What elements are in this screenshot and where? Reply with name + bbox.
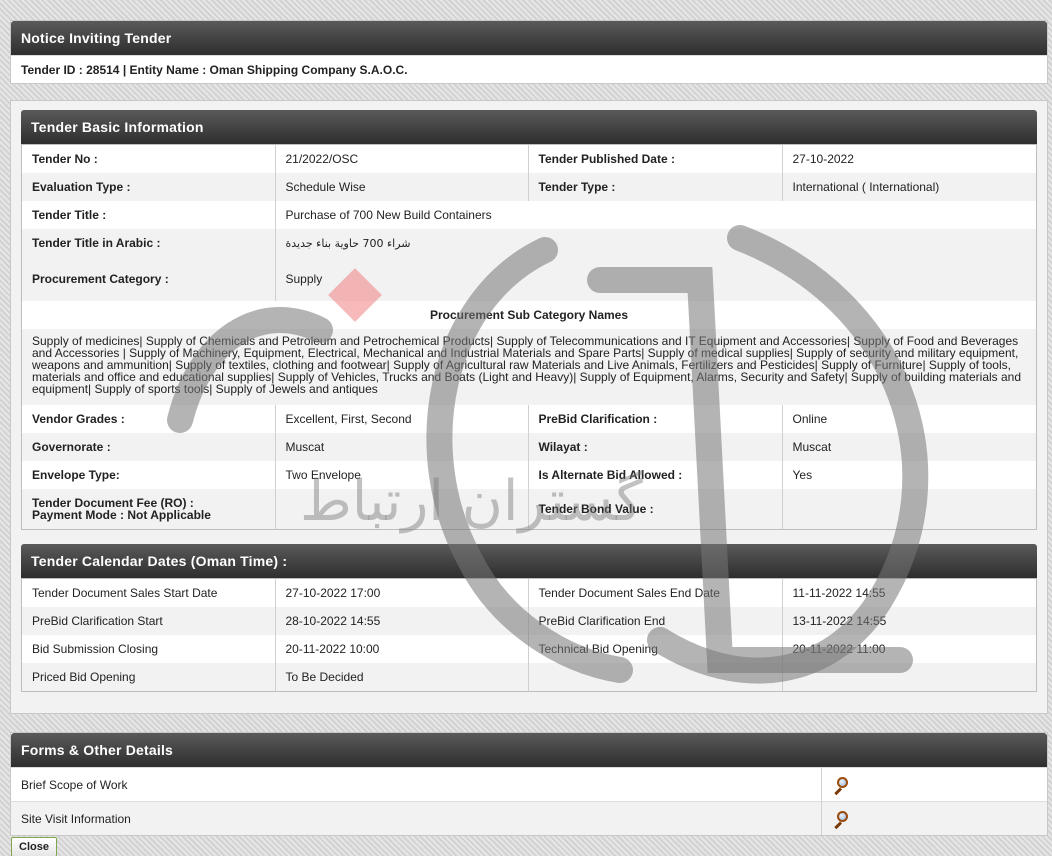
tender-title-value: Purchase of 700 New Build Containers xyxy=(274,201,1036,229)
notice-header: Notice Inviting Tender xyxy=(11,21,1047,55)
evaluation-type-value: Schedule Wise xyxy=(274,173,528,201)
alternate-bid-value: Yes xyxy=(781,461,1036,489)
fee-cell: Tender Document Fee (RO) : Payment Mode … xyxy=(22,489,275,529)
vendor-grades-label: Vendor Grades : xyxy=(32,412,125,426)
procurement-category-label: Procurement Category : xyxy=(22,257,275,301)
form-name-site-visit: Site Visit Information xyxy=(11,802,822,835)
subcategory-text: Supply of medicines| Supply of Chemicals… xyxy=(22,329,1036,405)
prebid-start-value: 28-10-2022 14:55 xyxy=(274,607,528,635)
prebid-clarification-label: PreBid Clarification : xyxy=(527,405,782,433)
prebid-start-label: PreBid Clarification Start xyxy=(22,607,275,635)
arabic-title-value: شراء 700 حاوية بناء جديدة xyxy=(274,229,1036,257)
wilayat-label: Wilayat : xyxy=(527,433,782,461)
technical-opening-label: Technical Bid Opening xyxy=(527,635,782,663)
tender-bond-value xyxy=(781,489,1036,529)
tender-no-label: Tender No : xyxy=(32,152,98,166)
tender-id-line: Tender ID : 28514 | Entity Name : Oman S… xyxy=(11,55,1047,83)
subcategory-title: Procurement Sub Category Names xyxy=(22,301,1036,329)
bid-closing-value: 20-11-2022 10:00 xyxy=(274,635,528,663)
close-button[interactable]: Close xyxy=(11,837,57,856)
published-date-label: Tender Published Date : xyxy=(527,145,782,173)
form-row-site-visit: Site Visit Information xyxy=(11,801,1047,835)
wilayat-value: Muscat xyxy=(781,433,1036,461)
forms-panel: Forms & Other Details Brief Scope of Wor… xyxy=(10,732,1048,836)
calendar-header: Tender Calendar Dates (Oman Time) : xyxy=(21,544,1037,578)
notice-panel: Notice Inviting Tender Tender ID : 28514… xyxy=(10,20,1048,84)
tender-bond-label: Tender Bond Value : xyxy=(527,489,782,529)
tender-no-value: 21/2022/OSC xyxy=(274,145,528,173)
arabic-title-label: Tender Title in Arabic : xyxy=(22,229,275,257)
document-fee-value xyxy=(274,489,528,529)
governorate-value: Muscat xyxy=(274,433,528,461)
calendar-empty-value xyxy=(781,663,1036,691)
alternate-bid-label: Is Alternate Bid Allowed : xyxy=(527,461,782,489)
basic-info-table: Tender No : 21/2022/OSC Tender Published… xyxy=(22,145,1036,301)
calendar-empty-label xyxy=(527,663,782,691)
prebid-end-label: PreBid Clarification End xyxy=(527,607,782,635)
vendor-grades-value: Excellent, First, Second xyxy=(274,405,528,433)
sales-start-value: 27-10-2022 17:00 xyxy=(274,579,528,607)
sales-end-label: Tender Document Sales End Date xyxy=(527,579,782,607)
priced-opening-value: To Be Decided xyxy=(274,663,528,691)
prebid-end-value: 13-11-2022 14:55 xyxy=(781,607,1036,635)
forms-header: Forms & Other Details xyxy=(11,733,1047,767)
basic-info-section: Tender Basic Information Tender No : 21/… xyxy=(21,110,1037,530)
form-row-scope: Brief Scope of Work xyxy=(11,767,1047,801)
form-name-scope: Brief Scope of Work xyxy=(11,768,822,801)
governorate-label: Governorate : xyxy=(22,433,275,461)
calendar-section: Tender Calendar Dates (Oman Time) : Tend… xyxy=(21,544,1037,692)
magnifier-icon[interactable] xyxy=(832,810,850,829)
sales-end-value: 11-11-2022 14:55 xyxy=(781,579,1036,607)
payment-mode-label: Payment Mode : Not Applicable xyxy=(32,508,211,522)
published-date-value: 27-10-2022 xyxy=(781,145,1036,173)
calendar-table: Tender Document Sales Start Date 27-10-2… xyxy=(22,579,1036,691)
procurement-category-value: Supply xyxy=(274,257,1036,301)
tender-title-label: Tender Title : xyxy=(32,208,107,222)
sales-start-label: Tender Document Sales Start Date xyxy=(32,586,218,600)
envelope-type-label: Envelope Type: xyxy=(32,468,120,482)
basic-info-header: Tender Basic Information xyxy=(21,110,1037,144)
priced-opening-label: Priced Bid Opening xyxy=(22,663,275,691)
bid-closing-label: Bid Submission Closing xyxy=(32,642,159,656)
basic-info-table-2: Vendor Grades : Excellent, First, Second… xyxy=(22,405,1036,529)
prebid-clarification-value: Online xyxy=(781,405,1036,433)
tender-type-label: Tender Type : xyxy=(527,173,782,201)
evaluation-type-label: Evaluation Type : xyxy=(22,173,275,201)
magnifier-icon[interactable] xyxy=(832,776,850,795)
envelope-type-value: Two Envelope xyxy=(274,461,528,489)
tender-type-value: International ( International) xyxy=(781,173,1036,201)
technical-opening-value: 20-11-2022 11:00 xyxy=(781,635,1036,663)
